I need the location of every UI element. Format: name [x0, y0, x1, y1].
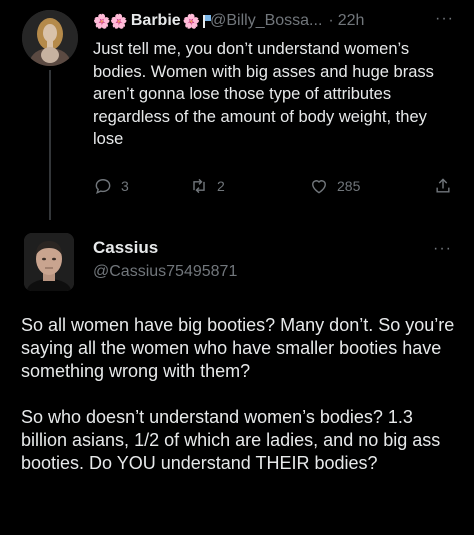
- like-count: 285: [337, 178, 361, 194]
- reply-button[interactable]: 3: [93, 176, 129, 196]
- avatar[interactable]: [24, 233, 74, 291]
- heart-icon: [312, 180, 326, 194]
- tweet-paragraph: So all women have big booties? Many don’…: [21, 315, 455, 381]
- tweet-header: 🌸🌸 Barbie 🌸 @Billy_Bossa... · 22h ···: [93, 10, 454, 30]
- share-button[interactable]: [433, 176, 453, 196]
- repost-button[interactable]: 2: [189, 176, 225, 196]
- time-separator: ·: [328, 12, 334, 29]
- more-options-icon[interactable]: ···: [435, 10, 454, 28]
- barbie-avatar-image: [22, 10, 78, 66]
- reply-icon: [95, 179, 111, 194]
- like-button[interactable]: 285: [309, 176, 360, 196]
- cassius-avatar-image: [24, 233, 74, 291]
- reply-count: 3: [121, 178, 129, 194]
- tweet-thread-screen: 🌸🌸 Barbie 🌸 @Billy_Bossa... · 22h ··· Ju…: [0, 0, 474, 535]
- tweet-paragraph: So who doesn’t understand women’s bodies…: [21, 407, 441, 473]
- user-handle[interactable]: @Cassius75495871: [93, 263, 237, 281]
- tweet-text: So all women have big booties? Many don’…: [21, 314, 461, 475]
- display-name[interactable]: Cassius: [93, 238, 158, 258]
- tweet-text: Just tell me, you don’t understand women…: [93, 40, 434, 148]
- repost-icon: [193, 178, 205, 194]
- share-icon: [436, 178, 450, 193]
- timestamp[interactable]: 22h: [338, 12, 365, 30]
- flower-emoji: 🌸🌸: [93, 12, 128, 29]
- thread-connector-line: [49, 70, 51, 220]
- display-name[interactable]: Barbie: [131, 12, 181, 30]
- user-handle[interactable]: @Billy_Bossa...: [210, 12, 322, 30]
- repost-count: 2: [217, 178, 225, 194]
- flag-icon: [203, 14, 212, 28]
- flower-emoji: 🌸: [182, 12, 201, 29]
- more-options-icon[interactable]: ···: [433, 240, 452, 258]
- avatar[interactable]: [22, 10, 78, 66]
